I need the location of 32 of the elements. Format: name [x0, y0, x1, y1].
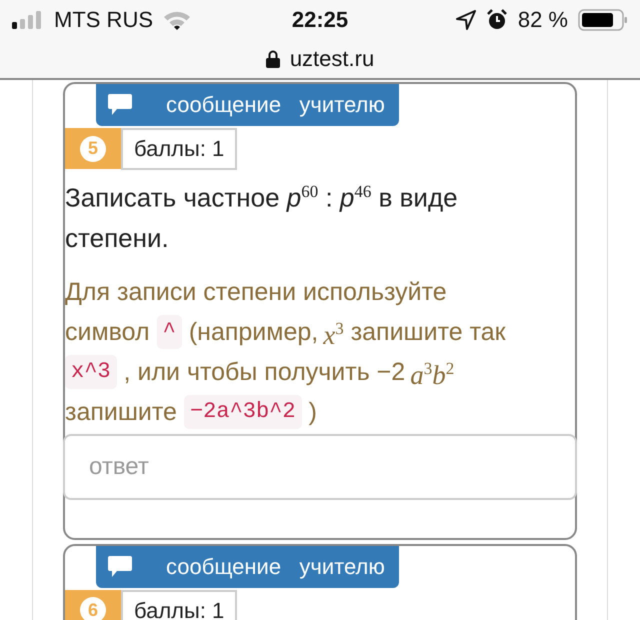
- clock-time: 22:25: [292, 7, 348, 33]
- hint-text: запишите так: [350, 316, 506, 348]
- points-label: баллы: 1: [121, 128, 238, 170]
- math-expression: a$^{3}$b$^{2}$: [410, 358, 454, 390]
- signal-icon: [12, 11, 44, 29]
- battery-percent: 82 %: [518, 7, 568, 33]
- speech-bubble-icon: [108, 94, 132, 116]
- hint-text: символ: [65, 316, 150, 348]
- alarm-clock-icon: [486, 9, 508, 31]
- math-expression: x$^{3}$: [323, 318, 344, 350]
- question-number: 5: [80, 136, 106, 162]
- hint-text: ): [308, 396, 317, 428]
- wifi-icon: [163, 10, 191, 30]
- speech-bubble-icon: [108, 556, 132, 578]
- code-snippet: ^: [156, 314, 182, 349]
- question-text: Записать частное p$^{60}$ : p$^{46}$ в виде степени.: [65, 181, 459, 255]
- lock-icon: [266, 50, 280, 68]
- answer-field[interactable]: ответ: [63, 434, 577, 500]
- code-snippet: −2a^3b^2: [184, 394, 302, 429]
- url-text[interactable]: uztest.ru: [290, 46, 374, 72]
- location-arrow-icon: [456, 10, 476, 30]
- hint-text: (например,: [188, 316, 318, 348]
- points-label: баллы: 1: [121, 590, 238, 620]
- message-teacher-button[interactable]: сообщение учителю: [96, 546, 399, 588]
- hint-text: запишите: [65, 396, 177, 428]
- carrier-name: MTS RUS: [54, 7, 153, 33]
- question-number: 6: [80, 597, 106, 620]
- hint-text: Для записи степени используйте: [65, 276, 447, 308]
- message-teacher-button[interactable]: сообщение учителю: [96, 84, 399, 126]
- code-snippet: x^3: [65, 354, 117, 389]
- hint-text: , или чтобы получить −2: [124, 356, 406, 388]
- battery-icon: [578, 9, 628, 31]
